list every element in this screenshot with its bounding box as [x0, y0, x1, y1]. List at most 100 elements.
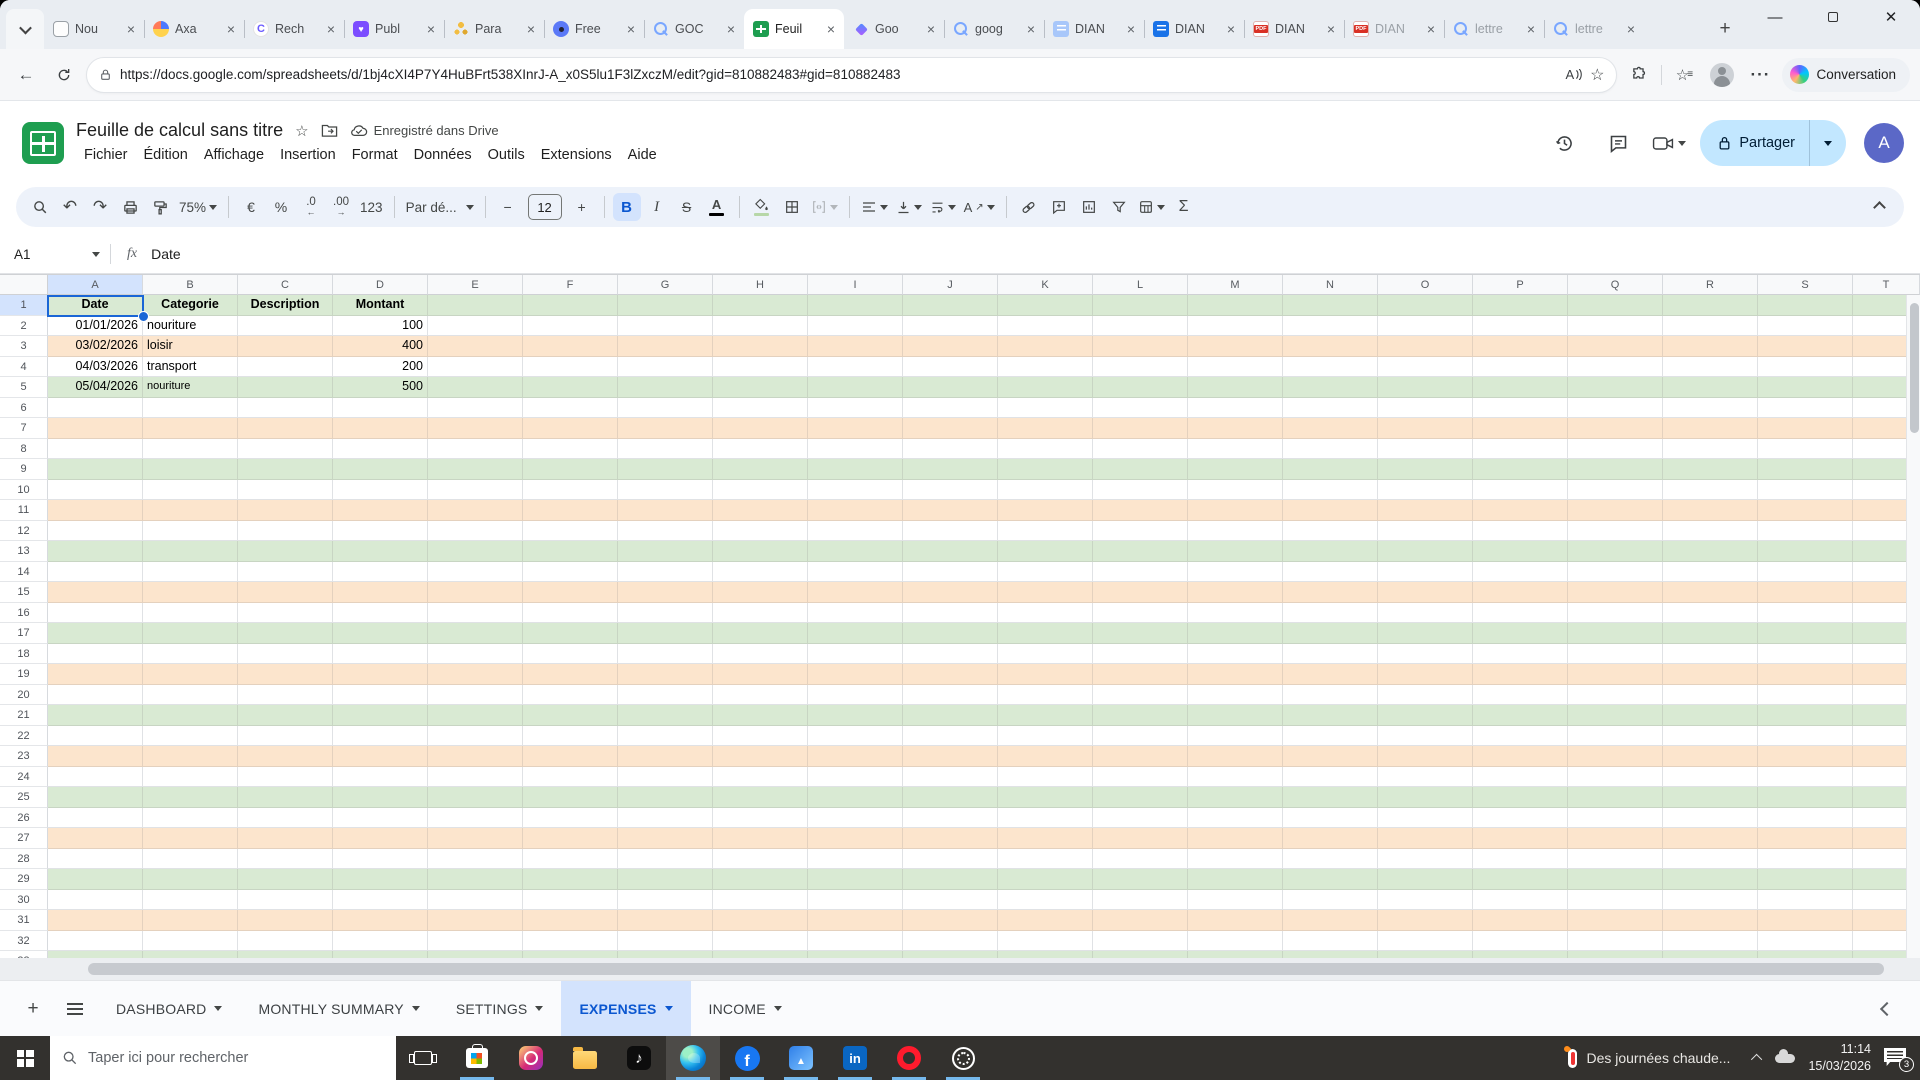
cell-G17[interactable] [618, 623, 713, 644]
cell-E14[interactable] [428, 561, 523, 582]
cell-M23[interactable] [1188, 746, 1283, 767]
cell-F6[interactable] [523, 397, 618, 418]
cell-C23[interactable] [238, 746, 333, 767]
cell-N3[interactable] [1283, 336, 1378, 357]
cell-S13[interactable] [1758, 541, 1853, 562]
cell-I23[interactable] [808, 746, 903, 767]
cell-A26[interactable] [48, 807, 143, 828]
browser-tab-dian[interactable]: DIAN × [1044, 9, 1144, 49]
cell-Q14[interactable] [1568, 561, 1663, 582]
cell-O30[interactable] [1378, 889, 1473, 910]
cell-N4[interactable] [1283, 356, 1378, 377]
cell-N33[interactable] [1283, 951, 1378, 958]
menu-extensions[interactable]: Extensions [533, 144, 620, 166]
cell-E28[interactable] [428, 848, 523, 869]
menu-aide[interactable]: Aide [620, 144, 665, 166]
tab-close-button[interactable]: × [1024, 21, 1038, 37]
cell-P1[interactable] [1473, 295, 1568, 316]
cell-F7[interactable] [523, 418, 618, 439]
zoom-select[interactable]: 75% [176, 193, 220, 221]
tab-close-button[interactable]: × [1224, 21, 1238, 37]
back-button[interactable]: ← [10, 59, 42, 91]
cell-C26[interactable] [238, 807, 333, 828]
cell-M14[interactable] [1188, 561, 1283, 582]
cell-G9[interactable] [618, 459, 713, 480]
cell-P8[interactable] [1473, 438, 1568, 459]
cell-C10[interactable] [238, 479, 333, 500]
cell-M24[interactable] [1188, 766, 1283, 787]
cell-D33[interactable] [333, 951, 428, 958]
cell-L18[interactable] [1093, 643, 1188, 664]
cell-M3[interactable] [1188, 336, 1283, 357]
tab-close-button[interactable]: × [724, 21, 738, 37]
cell-E25[interactable] [428, 787, 523, 808]
paint-format-button[interactable] [146, 193, 174, 221]
horizontal-align-button[interactable] [858, 193, 891, 221]
cell-R27[interactable] [1663, 828, 1758, 849]
column-header-C[interactable]: C [238, 275, 333, 295]
menu-fichier[interactable]: Fichier [76, 144, 136, 166]
row-header-11[interactable]: 11 [0, 500, 48, 521]
browser-tab-dian[interactable]: DIAN × [1144, 9, 1244, 49]
cell-B31[interactable] [143, 910, 238, 931]
cell-D6[interactable] [333, 397, 428, 418]
cell-K18[interactable] [998, 643, 1093, 664]
copilot-button[interactable]: Conversation [1782, 57, 1910, 92]
cell-M10[interactable] [1188, 479, 1283, 500]
cell-L7[interactable] [1093, 418, 1188, 439]
cell-R2[interactable] [1663, 315, 1758, 336]
cell-N15[interactable] [1283, 582, 1378, 603]
cell-I14[interactable] [808, 561, 903, 582]
cell-E3[interactable] [428, 336, 523, 357]
cell-A8[interactable] [48, 438, 143, 459]
cell-E23[interactable] [428, 746, 523, 767]
cell-H29[interactable] [713, 869, 808, 890]
history-button[interactable] [1544, 123, 1584, 163]
cell-O5[interactable] [1378, 377, 1473, 398]
cell-E22[interactable] [428, 725, 523, 746]
cell-K25[interactable] [998, 787, 1093, 808]
cell-Q17[interactable] [1568, 623, 1663, 644]
cell-M30[interactable] [1188, 889, 1283, 910]
functions-button[interactable]: Σ [1170, 193, 1198, 221]
row-header-32[interactable]: 32 [0, 930, 48, 951]
cell-P29[interactable] [1473, 869, 1568, 890]
formula-input[interactable]: Date [151, 246, 181, 262]
cell-F2[interactable] [523, 315, 618, 336]
cell-F27[interactable] [523, 828, 618, 849]
new-tab-button[interactable]: + [1708, 12, 1742, 46]
cell-R22[interactable] [1663, 725, 1758, 746]
row-header-21[interactable]: 21 [0, 705, 48, 726]
cell-A7[interactable] [48, 418, 143, 439]
cell-S7[interactable] [1758, 418, 1853, 439]
cell-S11[interactable] [1758, 500, 1853, 521]
cell-K27[interactable] [998, 828, 1093, 849]
cell-P28[interactable] [1473, 848, 1568, 869]
cell-H24[interactable] [713, 766, 808, 787]
cell-R3[interactable] [1663, 336, 1758, 357]
cell-Q13[interactable] [1568, 541, 1663, 562]
row-header-14[interactable]: 14 [0, 561, 48, 582]
cell-H17[interactable] [713, 623, 808, 644]
cell-E2[interactable] [428, 315, 523, 336]
cell-A32[interactable] [48, 930, 143, 951]
cell-Q22[interactable] [1568, 725, 1663, 746]
notification-center-button[interactable]: 3 [1884, 1048, 1914, 1072]
cell-F4[interactable] [523, 356, 618, 377]
horizontal-scrollbar[interactable] [0, 958, 1920, 980]
cell-M16[interactable] [1188, 602, 1283, 623]
scroll-sheets-left-button[interactable] [1879, 1001, 1895, 1016]
cell-I12[interactable] [808, 520, 903, 541]
cell-G12[interactable] [618, 520, 713, 541]
column-header-Q[interactable]: Q [1568, 275, 1663, 295]
cell-D29[interactable] [333, 869, 428, 890]
row-header-9[interactable]: 9 [0, 459, 48, 480]
cell-I4[interactable] [808, 356, 903, 377]
cell-D27[interactable] [333, 828, 428, 849]
cell-G11[interactable] [618, 500, 713, 521]
cell-H21[interactable] [713, 705, 808, 726]
sheet-tab-monthly-summary[interactable]: MONTHLY SUMMARY [240, 981, 437, 1036]
text-wrap-button[interactable] [927, 193, 959, 221]
cell-K14[interactable] [998, 561, 1093, 582]
text-color-button[interactable]: A [703, 193, 731, 221]
